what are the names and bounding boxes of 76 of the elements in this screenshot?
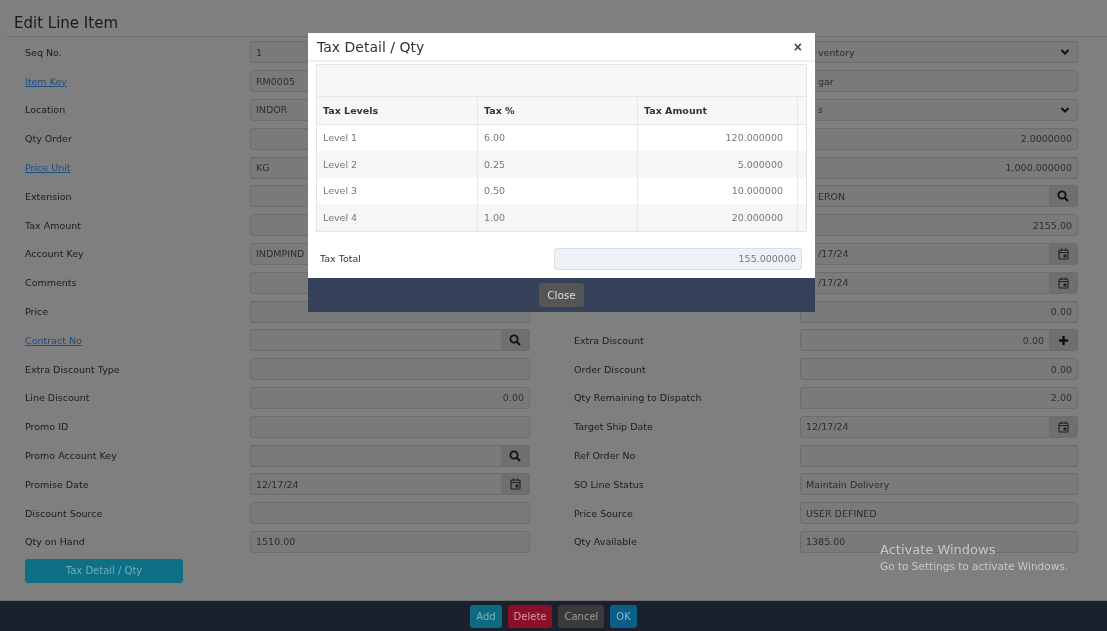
table-cell: 20.000000 — [638, 204, 798, 231]
date-field[interactable]: 12/17/24 — [800, 415, 1078, 438]
field-label: Comments — [25, 277, 77, 289]
field-label: Tax Amount — [25, 219, 82, 231]
search-button[interactable] — [1049, 186, 1077, 207]
input-field[interactable]: 0.00 — [800, 358, 1078, 381]
table-cell: Level 2 — [317, 151, 478, 178]
add-button[interactable]: Add — [470, 604, 502, 628]
field-label: Discount Source — [25, 507, 103, 519]
dialog-title: Tax Detail / Qty — [317, 38, 425, 55]
field-label: Tax Total — [320, 253, 361, 264]
calendar-icon — [509, 478, 521, 491]
field-link[interactable]: Price Unit — [25, 162, 71, 174]
input-field[interactable]: 1510.00 — [250, 530, 530, 553]
search-icon — [509, 449, 521, 462]
table-cell: 1.00 — [478, 204, 638, 231]
column-header: Tax Levels — [317, 97, 478, 124]
field-link[interactable]: Contract No — [25, 334, 82, 346]
close-button[interactable]: Close — [539, 283, 584, 307]
field-label: Price Source — [574, 507, 633, 519]
search-icon — [509, 334, 521, 347]
field-label: Ref Order No — [574, 450, 636, 462]
calendar-button[interactable] — [501, 474, 529, 495]
cancel-button[interactable]: Cancel — [558, 604, 605, 628]
search-button[interactable] — [501, 445, 529, 466]
calendar-button[interactable] — [1049, 416, 1077, 437]
plus-icon — [1057, 334, 1069, 346]
table-cell: Level 4 — [317, 204, 478, 231]
input-field[interactable] — [250, 329, 530, 352]
field-label: Qty Available — [574, 536, 637, 548]
input-field[interactable]: 0.00 — [800, 300, 1078, 323]
input-field[interactable]: 155.000000 — [554, 247, 802, 270]
field-label: SO Line Status — [574, 478, 644, 490]
calendar-button[interactable] — [1049, 272, 1077, 293]
page-title: Edit Line Item — [14, 14, 118, 32]
field-label: Extra Discount Type — [25, 363, 120, 375]
input-field[interactable]: 0.00 — [800, 329, 1078, 352]
field-label: Promise Date — [25, 478, 89, 490]
field-label: Line Discount — [25, 392, 90, 404]
field-label: Promo Account Key — [25, 450, 117, 462]
field-label: Qty Order — [25, 133, 72, 145]
column-header: Tax % — [478, 97, 638, 124]
search-button[interactable] — [501, 330, 529, 351]
date-field[interactable]: 12/17/24 — [250, 473, 530, 496]
field-label: Location — [25, 104, 66, 116]
table-cell: 0.25 — [478, 151, 638, 178]
table-cell: 5.000000 — [638, 151, 798, 178]
field-label: Price — [25, 306, 49, 318]
delete-button[interactable]: Delete — [507, 604, 553, 628]
calendar-icon — [1057, 276, 1069, 289]
input-field[interactable]: USER DEFINED — [800, 502, 1078, 525]
input-field[interactable] — [250, 444, 530, 467]
field-label: Account Key — [25, 248, 84, 260]
field-label: Order Discount — [574, 363, 646, 375]
input-field[interactable]: Maintain Delivery — [800, 473, 1078, 496]
field-label: Seq No. — [25, 46, 62, 58]
chevron-down-icon — [1060, 48, 1070, 57]
search-icon — [1057, 190, 1069, 203]
calendar-icon — [1057, 420, 1069, 433]
chevron-down-icon — [1060, 106, 1070, 114]
add-button[interactable] — [1049, 330, 1077, 351]
field-label: Promo ID — [25, 421, 69, 433]
ok-button[interactable]: OK — [610, 604, 637, 628]
field-label: Target Ship Date — [574, 421, 653, 433]
input-field[interactable]: 0.00 — [250, 386, 530, 409]
field-label: Qty on Hand — [25, 536, 85, 548]
calendar-icon — [1057, 247, 1069, 260]
tax-detail-button[interactable]: Tax Detail / Qty — [25, 558, 183, 583]
input-field[interactable]: 2.00 — [800, 386, 1078, 409]
calendar-button[interactable] — [1049, 243, 1077, 264]
column-header: Tax Amount — [638, 97, 798, 124]
field-label: Extension — [25, 190, 72, 202]
field-label: Extra Discount — [574, 334, 644, 346]
field-label: Qty Remaining to Dispatch — [574, 392, 702, 404]
activation-hint: Go to Settings to activate Windows. — [880, 560, 1069, 572]
field-link[interactable]: Item Key — [25, 75, 67, 87]
